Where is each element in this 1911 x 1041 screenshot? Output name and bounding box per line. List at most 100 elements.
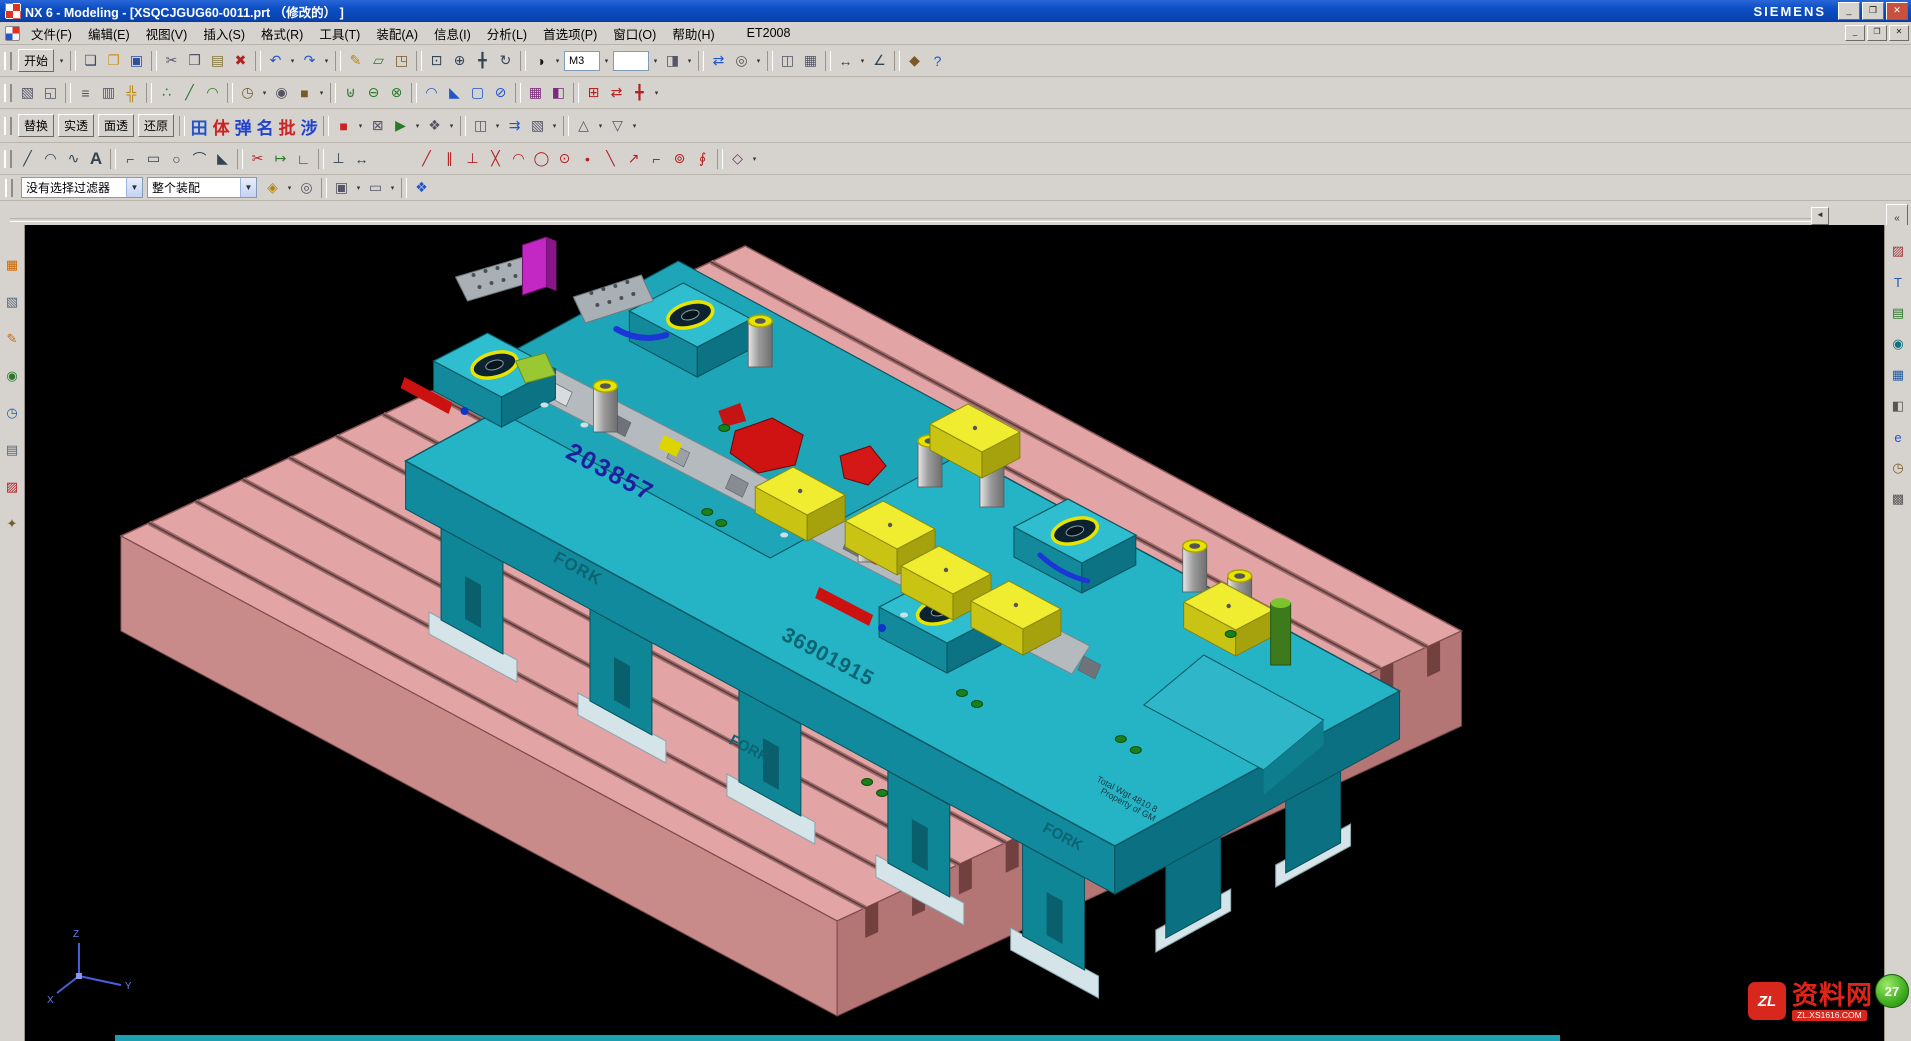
shell-icon[interactable]: ▢ bbox=[466, 82, 489, 104]
measure-distance-icon[interactable]: ↔ bbox=[834, 50, 857, 72]
resource-reuse-library-icon[interactable]: ▦ bbox=[1888, 365, 1908, 385]
clearance-analysis-dropdown[interactable]: ▾ bbox=[492, 115, 503, 137]
dock-view-toolbar-icon[interactable]: ▦ bbox=[2, 255, 22, 275]
more-curves-dropdown[interactable]: ▾ bbox=[749, 148, 760, 170]
toolbar-scroll-left-button[interactable]: ◄ bbox=[1811, 207, 1829, 225]
name-display-tool[interactable]: 名 bbox=[254, 114, 276, 138]
selection-rectangle-icon[interactable]: ▭ bbox=[364, 177, 387, 199]
resource-hd3d-tools-icon[interactable]: ◧ bbox=[1888, 396, 1908, 416]
trim-body-icon[interactable]: ⊘ bbox=[489, 82, 512, 104]
zoom-icon[interactable]: ⊕ bbox=[448, 50, 471, 72]
dock-tools-toolbar-icon[interactable]: ✦ bbox=[2, 514, 22, 534]
pan-icon[interactable]: ╋ bbox=[471, 50, 494, 72]
solid-translucency-button[interactable]: 实透 bbox=[58, 114, 94, 137]
sketch-profile-icon[interactable]: ⌐ bbox=[119, 148, 142, 170]
paste-icon[interactable]: ▤ bbox=[206, 50, 229, 72]
sketch-icon[interactable]: ✎ bbox=[344, 50, 367, 72]
menu-window[interactable]: 窗口(O) bbox=[605, 21, 664, 46]
replace-reference-set-button[interactable]: 替换 bbox=[18, 114, 54, 137]
toolbar-grip[interactable] bbox=[5, 179, 13, 197]
menu-preferences[interactable]: 首选项(P) bbox=[535, 21, 605, 46]
assembly-sequence-icon[interactable]: ▶ bbox=[389, 115, 412, 137]
background-color-box[interactable] bbox=[613, 51, 649, 71]
exploded-view-dropdown[interactable]: ▾ bbox=[446, 115, 457, 137]
toolbar-grip[interactable] bbox=[4, 117, 12, 135]
arc-tool-icon[interactable]: ◠ bbox=[201, 82, 224, 104]
sketch-arc-icon[interactable]: ◠ bbox=[39, 148, 62, 170]
dock-history-toolbar-icon[interactable]: ◷ bbox=[2, 403, 22, 423]
face-translucency-button[interactable]: 面透 bbox=[98, 114, 134, 137]
undo-dropdown[interactable]: ▾ bbox=[287, 50, 298, 72]
menu-format[interactable]: 格式(R) bbox=[253, 21, 311, 46]
down-structure-dropdown[interactable]: ▾ bbox=[629, 115, 640, 137]
toolbar-grip[interactable] bbox=[4, 150, 12, 168]
corner-tool-icon[interactable]: ⌐ bbox=[645, 148, 668, 170]
start-menu-button[interactable]: 开始 bbox=[18, 49, 54, 72]
selection-rectangle-dropdown[interactable]: ▾ bbox=[387, 177, 398, 199]
toolbar-grip[interactable] bbox=[4, 52, 12, 70]
intersect-icon[interactable]: ⊗ bbox=[385, 82, 408, 104]
top-selection-icon[interactable]: ▣ bbox=[330, 177, 353, 199]
menu-analysis[interactable]: 分析(L) bbox=[479, 21, 535, 46]
selection-filter-combo[interactable]: 没有选择过滤器 ▼ bbox=[21, 177, 143, 198]
help-icon[interactable]: ? bbox=[926, 50, 949, 72]
exploded-view-icon[interactable]: ❖ bbox=[423, 115, 446, 137]
selection-highlight-icon[interactable]: ◎ bbox=[295, 177, 318, 199]
delete-icon[interactable]: ✖ bbox=[229, 50, 252, 72]
dock-selection-toolbar-icon[interactable]: ▧ bbox=[2, 292, 22, 312]
selection-tool-blue-icon[interactable]: ❖ bbox=[410, 177, 433, 199]
open-file-icon[interactable]: ❐ bbox=[102, 50, 125, 72]
face-analysis-icon[interactable]: ◨ bbox=[661, 50, 684, 72]
window-cascade-icon[interactable]: ◫ bbox=[776, 50, 799, 72]
hole-icon[interactable]: ◉ bbox=[270, 82, 293, 104]
view-layout-box-dropdown[interactable]: ▾ bbox=[601, 50, 612, 72]
chevron-down-icon[interactable]: ▼ bbox=[126, 178, 142, 197]
wade-tool[interactable]: 涉 bbox=[298, 114, 320, 138]
measure-distance-dropdown[interactable]: ▾ bbox=[857, 50, 868, 72]
sketch-spline-icon[interactable]: ∿ bbox=[62, 148, 85, 170]
resource-web-browser-icon[interactable]: e bbox=[1888, 427, 1908, 447]
show-hide-icon[interactable]: ◎ bbox=[730, 50, 753, 72]
show-hide-dropdown[interactable]: ▾ bbox=[753, 50, 764, 72]
add-component-icon[interactable]: ╋ bbox=[628, 82, 651, 104]
dock-curve-toolbar-icon[interactable]: ◉ bbox=[2, 366, 22, 386]
graphics-window[interactable]: 203857 FORK 36901915 FORK FORK Total Wgt… bbox=[25, 225, 1884, 1041]
sketch-text[interactable]: A bbox=[85, 147, 107, 171]
clearance-analysis-icon[interactable]: ◫ bbox=[469, 115, 492, 137]
angled-line-icon[interactable]: ╲ bbox=[599, 148, 622, 170]
chevron-down-icon[interactable]: ▼ bbox=[240, 178, 256, 197]
basic-line-icon[interactable]: ╱ bbox=[415, 148, 438, 170]
menu-et2008[interactable]: ET2008 bbox=[739, 23, 799, 43]
solid-cube-dropdown[interactable]: ▾ bbox=[355, 115, 366, 137]
object-display-icon[interactable]: ▧ bbox=[16, 82, 39, 104]
add-component-dropdown[interactable]: ▾ bbox=[651, 82, 662, 104]
sketch-line-icon[interactable]: ╱ bbox=[16, 148, 39, 170]
move-component-icon[interactable]: ⇄ bbox=[605, 82, 628, 104]
menu-file[interactable]: 文件(F) bbox=[23, 21, 80, 46]
dock-list-toolbar-icon[interactable]: ▤ bbox=[2, 440, 22, 460]
batch-tool[interactable]: 批 bbox=[276, 114, 298, 138]
point-tool-icon[interactable]: • bbox=[576, 148, 599, 170]
sketch-chamfer-icon[interactable]: ◣ bbox=[211, 148, 234, 170]
dock-color-toolbar-icon[interactable]: ▨ bbox=[2, 477, 22, 497]
menu-edit[interactable]: 编辑(E) bbox=[80, 21, 138, 46]
fit-view-icon[interactable]: ⊡ bbox=[425, 50, 448, 72]
point-set-icon[interactable]: ∴ bbox=[155, 82, 178, 104]
make-corner-icon[interactable]: ∟ bbox=[292, 148, 315, 170]
cut-icon[interactable]: ✂ bbox=[160, 50, 183, 72]
grid-display-tool[interactable]: 田 bbox=[188, 114, 210, 138]
layer-visible-in-view-icon[interactable]: ▥ bbox=[97, 82, 120, 104]
sketch-fillet-icon[interactable]: ⌒ bbox=[188, 148, 211, 170]
body-display-tool[interactable]: 体 bbox=[210, 114, 232, 138]
wcs-dynamics-icon[interactable]: ╬ bbox=[120, 82, 143, 104]
up-structure-icon[interactable]: △ bbox=[572, 115, 595, 137]
more-curves-icon[interactable]: ◇ bbox=[726, 148, 749, 170]
quick-extend-icon[interactable]: ↦ bbox=[269, 148, 292, 170]
extrude-icon[interactable]: ◳ bbox=[390, 50, 413, 72]
window-tile-icon[interactable]: ▦ bbox=[799, 50, 822, 72]
dock-sketch-toolbar-icon[interactable]: ✎ bbox=[2, 329, 22, 349]
start-menu-button-dropdown[interactable]: ▾ bbox=[56, 50, 67, 72]
assembly-sequence-dropdown[interactable]: ▾ bbox=[412, 115, 423, 137]
resource-assembly-navigator-icon[interactable]: ▤ bbox=[1888, 303, 1908, 323]
chamfer-icon[interactable]: ◣ bbox=[443, 82, 466, 104]
